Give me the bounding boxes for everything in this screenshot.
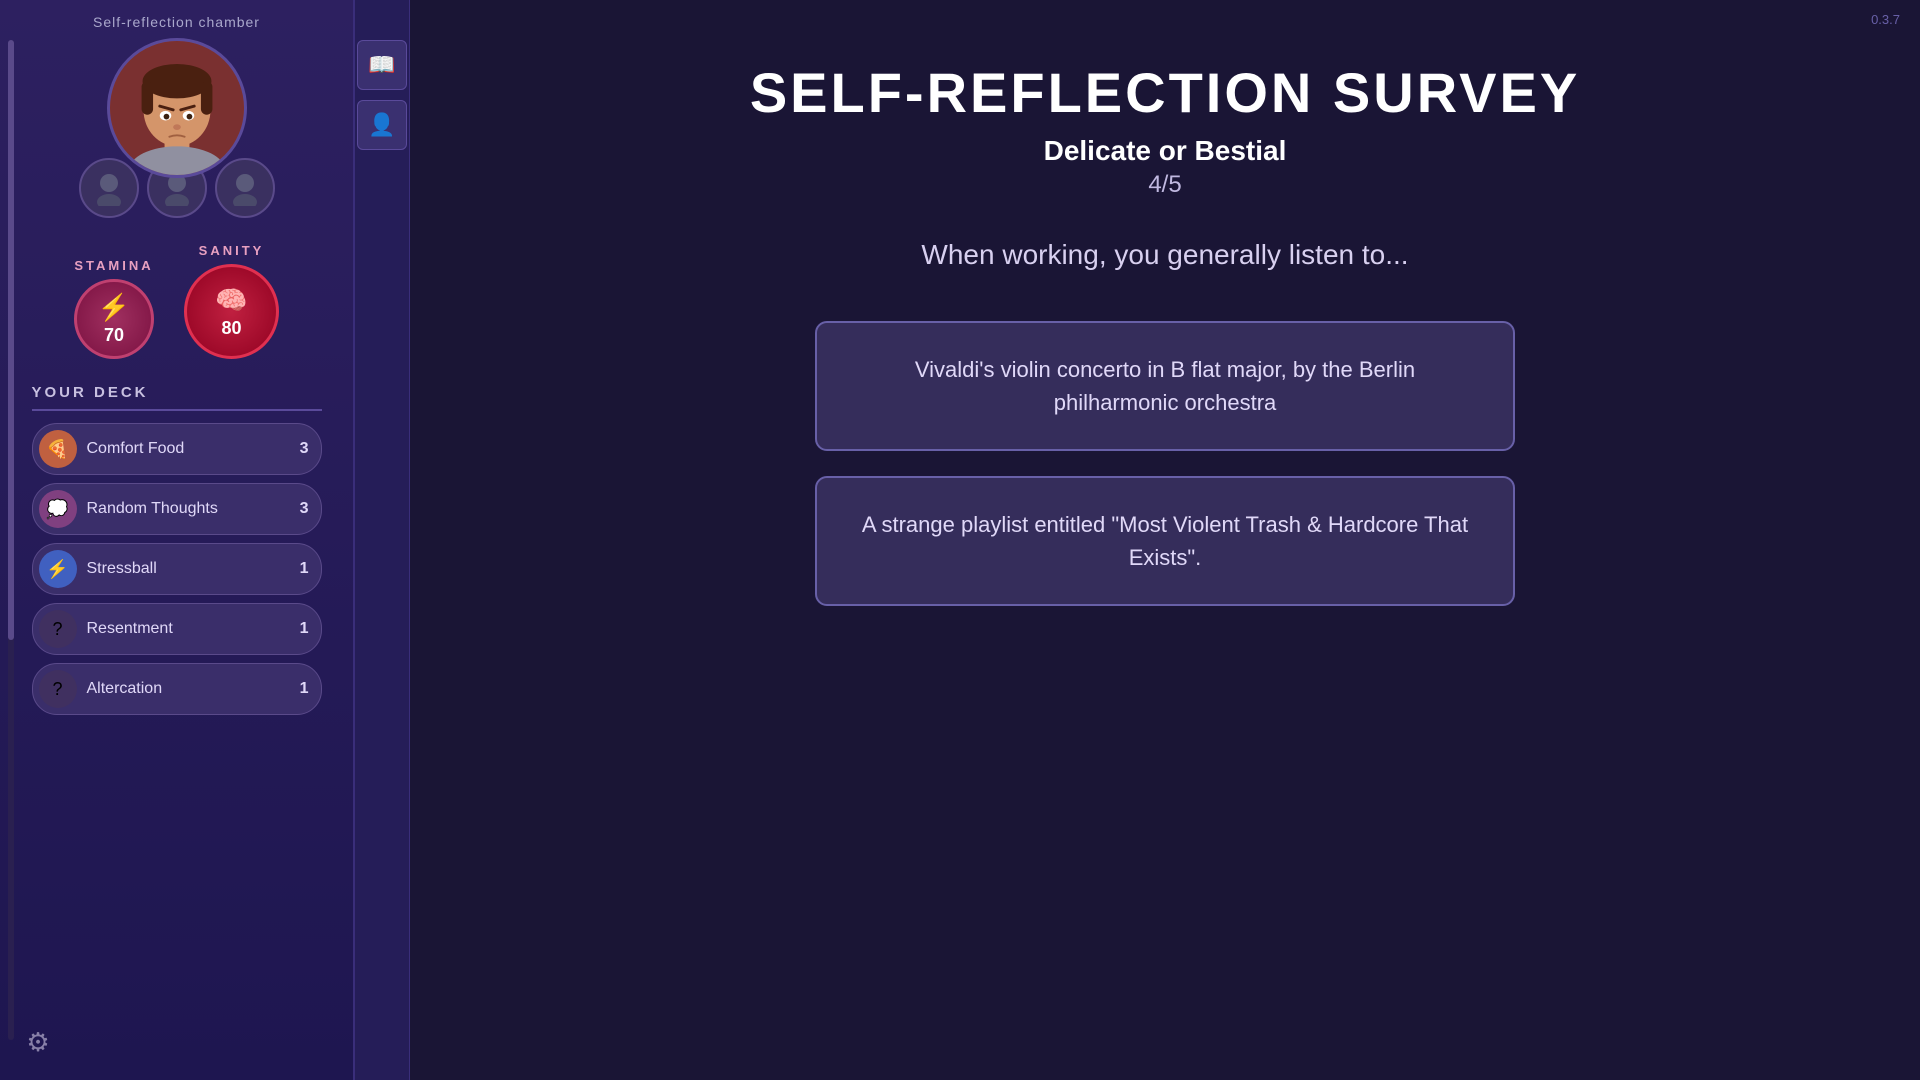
sidebar: Self-reflection chamber xyxy=(0,0,355,1080)
answer-text-1: Vivaldi's violin concerto in B flat majo… xyxy=(915,357,1415,415)
deck-item-resentment[interactable]: ? Resentment 1 xyxy=(32,603,322,655)
sanity-value: 80 xyxy=(221,318,241,339)
deck-divider xyxy=(32,409,322,411)
stressball-icon: ⚡ xyxy=(39,550,77,588)
survey-question: When working, you generally listen to... xyxy=(921,239,1408,271)
stamina-label: STAMINA xyxy=(74,258,153,273)
side-buttons: 📖 👤 xyxy=(355,0,410,1080)
comfort-food-icon: 🍕 xyxy=(39,430,77,468)
random-thoughts-icon: 💭 xyxy=(39,490,77,528)
mini-avatar-1 xyxy=(79,158,139,218)
sanity-block: SANITY 🧠 80 xyxy=(184,243,279,359)
survey-progress: 4/5 xyxy=(1148,171,1181,199)
random-thoughts-name: Random Thoughts xyxy=(87,500,300,518)
altercation-name: Altercation xyxy=(87,680,300,698)
deck-item-stressball[interactable]: ⚡ Stressball 1 xyxy=(32,543,322,595)
scroll-thumb xyxy=(8,40,14,640)
answer-text-2: A strange playlist entitled "Most Violen… xyxy=(862,512,1468,570)
deck-item-random-thoughts[interactable]: 💭 Random Thoughts 3 xyxy=(32,483,322,535)
room-label: Self-reflection chamber xyxy=(93,14,260,30)
mini-avatar-3 xyxy=(215,158,275,218)
lightning-icon: ⚡ xyxy=(98,292,130,323)
altercation-count: 1 xyxy=(300,680,309,698)
main-content: 0.3.7 SELF-REFLECTION SURVEY Delicate or… xyxy=(410,0,1920,1080)
journal-button[interactable]: 📖 xyxy=(357,40,407,90)
random-thoughts-count: 3 xyxy=(300,500,309,518)
answer-option-2[interactable]: A strange playlist entitled "Most Violen… xyxy=(815,476,1515,606)
deck-section: YOUR DECK 🍕 Comfort Food 3 💭 Random Thou… xyxy=(32,384,322,723)
deck-item-comfort-food[interactable]: 🍕 Comfort Food 3 xyxy=(32,423,322,475)
resentment-name: Resentment xyxy=(87,620,300,638)
survey-title: SELF-REFLECTION SURVEY xyxy=(750,60,1580,125)
version-label: 0.3.7 xyxy=(1871,12,1900,27)
survey-subtitle: Delicate or Bestial xyxy=(1044,135,1287,167)
scroll-bar xyxy=(8,40,14,1040)
answer-option-1[interactable]: Vivaldi's violin concerto in B flat majo… xyxy=(815,321,1515,451)
sanity-circle: 🧠 80 xyxy=(184,264,279,359)
deck-title: YOUR DECK xyxy=(32,384,322,401)
stamina-value: 70 xyxy=(104,325,124,346)
comfort-food-name: Comfort Food xyxy=(87,440,300,458)
stats-row: STAMINA ⚡ 70 SANITY 🧠 80 xyxy=(74,243,279,359)
stamina-block: STAMINA ⚡ 70 xyxy=(74,258,154,359)
stamina-circle: ⚡ 70 xyxy=(74,279,154,359)
stressball-count: 1 xyxy=(300,560,309,578)
main-avatar xyxy=(107,38,247,178)
sanity-label: SANITY xyxy=(199,243,265,258)
character-button[interactable]: 👤 xyxy=(357,100,407,150)
deck-item-altercation[interactable]: ? Altercation 1 xyxy=(32,663,322,715)
settings-button[interactable]: ⚙ xyxy=(20,1024,56,1060)
comfort-food-count: 3 xyxy=(300,440,309,458)
resentment-icon: ? xyxy=(39,610,77,648)
altercation-icon: ? xyxy=(39,670,77,708)
avatar-area xyxy=(79,38,275,218)
stressball-name: Stressball xyxy=(87,560,300,578)
brain-icon: 🧠 xyxy=(215,285,247,316)
resentment-count: 1 xyxy=(300,620,309,638)
